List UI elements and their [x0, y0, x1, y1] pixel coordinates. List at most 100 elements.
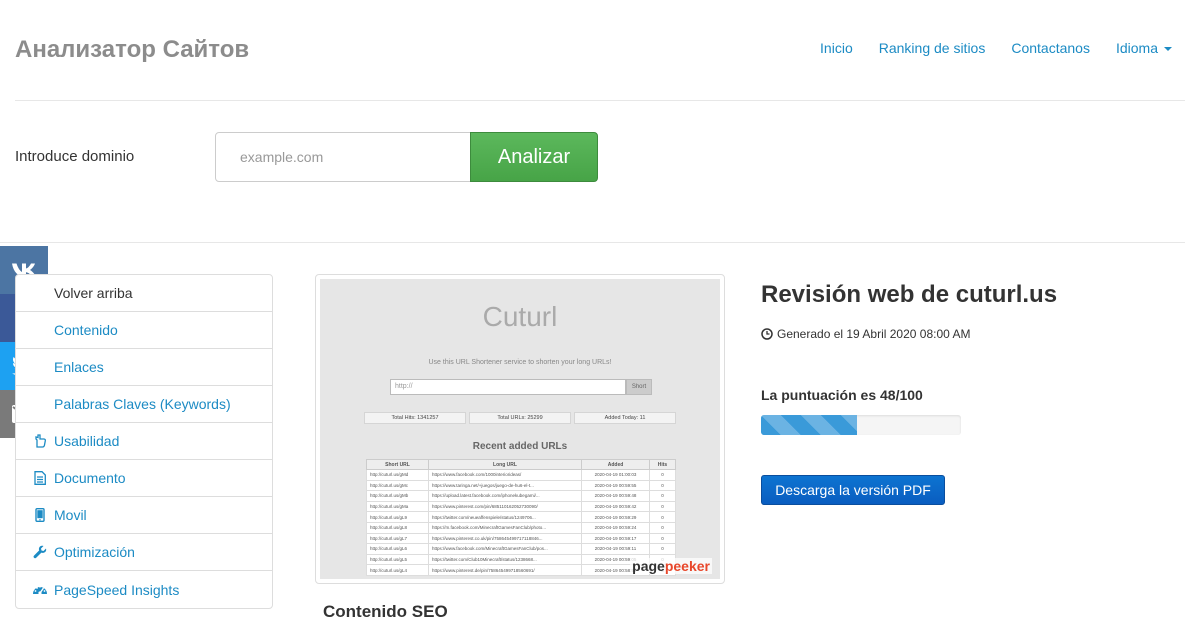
toc-label: Documento	[54, 470, 126, 486]
toc-contenido[interactable]: Contenido	[16, 312, 272, 349]
thumb-table-cell: 2020-04-19 00:59:29	[581, 511, 650, 523]
download-pdf-button[interactable]: Descarga la versión PDF	[761, 475, 945, 505]
thumb-table-header: Hits	[649, 459, 676, 470]
thumb-stats: Total Hits: 1341257 Total URLs: 25299 Ad…	[364, 412, 676, 424]
website-thumbnail[interactable]: Cuturl Use this URL Shortener service to…	[315, 274, 725, 584]
seo-content-heading: Contenido SEO	[323, 602, 448, 621]
caret-down-icon	[1164, 47, 1172, 52]
document-icon	[26, 471, 54, 485]
toc-volver-arriba[interactable]: Volver arriba	[16, 275, 272, 312]
thumb-stat: Total Hits: 1341257	[364, 412, 466, 424]
toc-optimizacion[interactable]: Optimización	[16, 534, 272, 571]
toc-usabilidad[interactable]: Usabilidad	[16, 423, 272, 460]
thumb-table-cell: https://www.facebook.com/1000interioride…	[428, 469, 582, 481]
thumb-form: http:// Short	[390, 379, 652, 395]
review-title: Revisión web de cuturl.us	[761, 281, 1058, 308]
section-divider	[0, 242, 1185, 243]
thumb-table-row: http://cuturl.us/gL5 https://twitter.com/…	[366, 553, 676, 566]
thumb-table-cell: https://www.pinterest.de/pin/75864549971…	[428, 564, 582, 576]
nav-idioma-dropdown[interactable]: Idioma	[1116, 40, 1172, 56]
toc-label: Usabilidad	[54, 433, 120, 449]
toc-palabras-claves[interactable]: Palabras Claves (Keywords)	[16, 386, 272, 423]
toc-movil[interactable]: Movil	[16, 497, 272, 534]
thumb-table-row: http://cuturl.us/gL6 https://www.facebook…	[366, 543, 676, 555]
thumb-site-title: Cuturl	[482, 301, 558, 332]
thumb-table-row: http://cuturl.us/gL8 https://m.facebook.c…	[366, 521, 676, 534]
score-label: La puntuación es 48/100	[761, 387, 923, 403]
thumb-table-cell: http://cuturl.us/gMd	[366, 469, 429, 481]
thumb-table-cell: http://cuturl.us/gMb	[366, 490, 429, 502]
thumbnail-image: Cuturl Use this URL Shortener service to…	[320, 279, 720, 579]
toc-pagespeed[interactable]: PageSpeed Insights	[16, 571, 272, 608]
watermark-part: peeker	[664, 558, 710, 574]
thumb-table-row: http://cuturl.us/gMa https://www.pinteres…	[366, 500, 676, 513]
thumb-table-cell: 2020-04-19 00:59:17	[581, 532, 650, 545]
thumb-table-row: http://cuturl.us/gMc https://www.taringa.…	[366, 479, 676, 492]
thumb-table-cell: 2020-04-19 01:00:03	[581, 469, 650, 481]
thumb-table-cell: https://twitter.com/Club10Minecraft/stat…	[428, 553, 582, 566]
table-of-contents: Volver arriba Contenido Enlaces Palabras…	[15, 274, 273, 609]
toc-label: Optimización	[54, 544, 135, 560]
thumb-table-cell: https://www.pinterest.com/pin/6851101620…	[428, 500, 582, 513]
thumb-table-cell: 0	[649, 521, 676, 534]
thumb-table-cell: 0	[649, 479, 676, 492]
thumb-table-cell: 2020-04-19 00:59:24	[581, 521, 650, 534]
generated-date-text: Generado el 19 Abril 2020 08:00 AM	[777, 327, 971, 341]
thumb-stat: Total URLs: 25299	[469, 412, 571, 424]
nav-idioma-label: Idioma	[1115, 40, 1158, 56]
thumb-table-cell: http://cuturl.us/gL9	[366, 511, 429, 523]
toc-label: Contenido	[54, 322, 118, 338]
thumb-table-cell: http://cuturl.us/gL4	[366, 564, 429, 576]
thumb-recent-title: Recent added URLs	[472, 441, 568, 452]
thumb-stat: Added Today: 11	[574, 412, 676, 424]
thumb-table-cell: http://cuturl.us/gMa	[366, 500, 429, 513]
thumb-table-cell: 0	[649, 500, 676, 513]
thumb-table-cell: 0	[649, 490, 676, 502]
toc-label: Palabras Claves (Keywords)	[54, 396, 231, 412]
nav-contactanos[interactable]: Contactanos	[1011, 40, 1090, 56]
thumb-table-cell: 2020-04-19 00:59:48	[581, 490, 650, 502]
thumb-table-cell: 0	[649, 532, 676, 545]
mobile-icon	[26, 508, 54, 522]
toc-label: PageSpeed Insights	[54, 581, 180, 598]
thumb-table-cell: https://www.pinterest.co.uk/pin/75864549…	[428, 532, 582, 545]
toc-enlaces[interactable]: Enlaces	[16, 349, 272, 386]
thumb-table-row: http://cuturl.us/gL7 https://www.pinteres…	[366, 532, 676, 545]
thumb-table-header: Added	[581, 459, 650, 470]
watermark-part: page	[632, 558, 665, 574]
thumb-table-cell: http://cuturl.us/gL5	[366, 553, 429, 566]
thumb-table-body: http://cuturl.us/gMd https://www.facebook…	[366, 469, 676, 576]
thumb-table-row: http://cuturl.us/gL4 https://www.pinteres…	[366, 564, 676, 576]
hand-icon	[26, 434, 54, 448]
nav-ranking[interactable]: Ranking de sitios	[879, 40, 986, 56]
analyze-button[interactable]: Analizar	[470, 132, 598, 182]
domain-input[interactable]	[215, 132, 471, 182]
toc-label: Enlaces	[54, 359, 104, 375]
top-nav: Inicio Ranking de sitios Contactanos Idi…	[820, 40, 1172, 56]
toc-label: Volver arriba	[54, 285, 133, 301]
thumb-table-cell: http://cuturl.us/gL6	[366, 543, 429, 555]
generated-date: Generado el 19 Abril 2020 08:00 AM	[761, 327, 970, 341]
thumb-table-cell: https://twitter.com/neueaffenspiele/stat…	[428, 511, 582, 523]
thumb-table-cell: 2020-04-19 00:59:11	[581, 543, 650, 555]
pagepeeker-watermark: pagepeeker	[630, 558, 712, 574]
thumb-subtitle: Use this URL Shortener service to shorte…	[428, 359, 612, 366]
thumb-table-cell: http://cuturl.us/gL7	[366, 532, 429, 545]
thumb-table-cell: 0	[649, 511, 676, 523]
toc-documento[interactable]: Documento	[16, 460, 272, 497]
thumb-url-input: http://	[390, 379, 626, 395]
toc-label: Movil	[54, 507, 87, 523]
dashboard-icon	[26, 583, 54, 597]
clock-icon	[761, 328, 773, 340]
thumb-table-cell: https://upload.latest.facebook.com/iphon…	[428, 490, 582, 502]
brand-logo[interactable]: Анализатор Сайтов	[15, 36, 249, 64]
nav-inicio[interactable]: Inicio	[820, 40, 853, 56]
thumb-table-cell: http://cuturl.us/gL8	[366, 521, 429, 534]
score-progress-fill	[761, 415, 857, 435]
thumb-table-header: Long URL	[428, 459, 582, 470]
thumb-table-header: Short URL	[366, 459, 429, 470]
thumb-table-row: http://cuturl.us/gMd https://www.facebook…	[366, 469, 676, 481]
thumb-table-cell: https://www.facebook.com/MinecraftGamesF…	[428, 543, 582, 555]
thumb-table-cell: 2020-04-19 00:59:42	[581, 500, 650, 513]
header: Анализатор Сайтов Inicio Ranking de siti…	[15, 0, 1185, 101]
